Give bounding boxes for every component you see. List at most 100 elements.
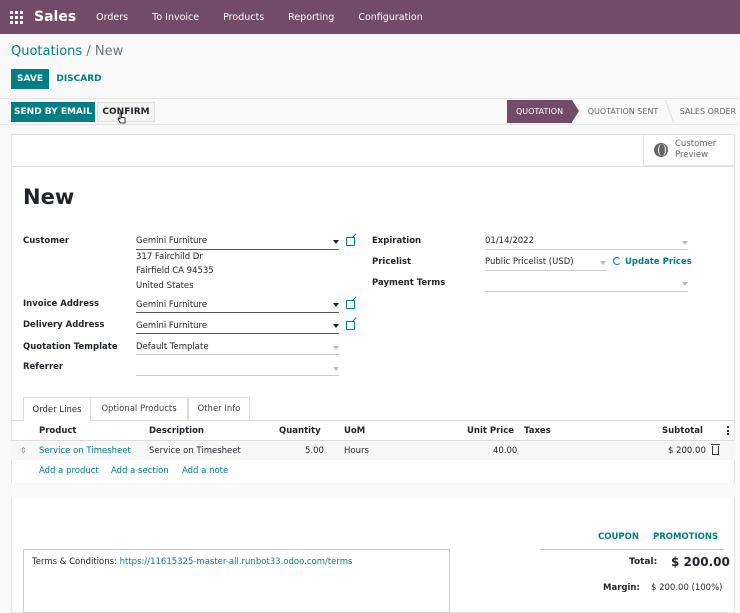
invoice-address-label: Invoice Address <box>23 299 100 309</box>
menu-reporting[interactable]: Reporting <box>288 12 334 23</box>
app-name[interactable]: Sales <box>34 9 76 25</box>
row-product[interactable]: Service on Timesheet <box>39 446 131 456</box>
payment-terms-dropdown-icon[interactable] <box>682 282 688 286</box>
expiration-label: Expiration <box>372 236 422 246</box>
stage-quotation-sent[interactable]: QUOTATION SENT <box>580 100 666 123</box>
update-prices-label: Update Prices <box>625 257 692 267</box>
address-line-3: United States <box>136 281 194 291</box>
table-footer <box>11 483 735 497</box>
send-by-email-button[interactable]: SEND BY EMAIL <box>11 102 95 122</box>
customer-field-underline <box>136 249 339 250</box>
apps-menu-icon[interactable] <box>10 10 24 24</box>
quotation-template-label: Quotation Template <box>23 342 118 352</box>
statusbar-bottom-border <box>0 124 740 125</box>
row-quantity[interactable]: 5.00 <box>305 446 324 456</box>
breadcrumb-quotations[interactable]: Quotations <box>11 44 82 59</box>
discard-button[interactable]: DISCARD <box>55 69 103 89</box>
delivery-address-field[interactable]: Gemini Furniture <box>136 321 207 331</box>
column-product[interactable]: Product <box>39 426 77 436</box>
customer-field[interactable]: Gemini Furniture <box>136 236 207 246</box>
row-subtotal: $ 200.00 <box>668 446 706 456</box>
delivery-address-underline <box>136 333 339 334</box>
delivery-address-external-link-icon[interactable] <box>346 321 355 330</box>
column-unit-price[interactable]: Unit Price <box>467 426 514 436</box>
referrer-dropdown-icon[interactable] <box>333 367 339 371</box>
customer-preview-button[interactable]: Customer Preview <box>643 134 735 166</box>
row-unit-price[interactable]: 40.00 <box>493 446 517 456</box>
address-line-2: Fairfield CA 94535 <box>136 266 214 276</box>
coupon-button[interactable]: COUPON <box>598 532 639 542</box>
top-navbar: Sales Orders To Invoice Products Reporti… <box>0 0 740 34</box>
globe-icon <box>654 142 668 157</box>
total-label: Total: <box>629 557 658 567</box>
menu-to-invoice[interactable]: To Invoice <box>152 12 199 23</box>
margin-value: $ 200.00 (100%) <box>651 583 723 593</box>
column-quantity[interactable]: Quantity <box>279 426 321 436</box>
menu-products[interactable]: Products <box>223 12 264 23</box>
stage-quotation[interactable]: QUOTATION <box>507 100 572 123</box>
customer-preview-line2: Preview <box>675 149 709 160</box>
delivery-address-dropdown-icon[interactable] <box>333 324 339 328</box>
customer-dropdown-icon[interactable] <box>333 240 339 244</box>
tab-optional-products[interactable]: Optional Products <box>91 397 188 420</box>
invoice-address-field[interactable]: Gemini Furniture <box>136 300 207 310</box>
stage-separator <box>664 100 675 123</box>
pricelist-label: Pricelist <box>372 257 412 267</box>
optional-columns-icon[interactable] <box>727 426 729 436</box>
add-note-link[interactable]: Add a note <box>182 466 228 476</box>
column-description[interactable]: Description <box>149 426 204 436</box>
pricelist-field[interactable]: Public Pricelist (USD) <box>485 257 574 267</box>
menu-configuration[interactable]: Configuration <box>358 12 422 23</box>
column-subtotal[interactable]: Subtotal <box>662 426 703 436</box>
statusbar-top-border <box>0 98 740 99</box>
quotation-template-field[interactable]: Default Template <box>136 342 209 352</box>
margin-label: Margin: <box>603 583 640 593</box>
pricelist-underline <box>485 270 607 271</box>
hand-cursor-icon <box>117 112 126 124</box>
drag-handle-icon[interactable]: ⇕ <box>20 446 27 455</box>
row-description[interactable]: Service on Timesheet <box>149 446 241 456</box>
breadcrumb-current: New <box>94 44 124 59</box>
referrer-label: Referrer <box>23 362 64 372</box>
sheet-button-box-border <box>11 166 735 167</box>
row-uom[interactable]: Hours <box>344 446 369 456</box>
expiration-field[interactable]: 01/14/2022 <box>485 236 534 246</box>
promotions-button[interactable]: PROMOTIONS <box>653 532 718 542</box>
expiration-dropdown-icon[interactable] <box>682 241 688 245</box>
tab-other-info[interactable]: Other Info <box>188 397 250 420</box>
confirm-button[interactable]: CONFIRM <box>97 102 155 122</box>
delivery-address-label: Delivery Address <box>23 320 105 330</box>
pricelist-dropdown-icon[interactable] <box>600 261 606 265</box>
update-prices-button[interactable]: Update Prices <box>613 257 692 267</box>
terms-and-conditions-field[interactable]: Terms & Conditions: https://11615325-mas… <box>23 549 450 613</box>
invoice-address-dropdown-icon[interactable] <box>333 303 339 307</box>
payment-terms-label: Payment Terms <box>372 278 446 288</box>
save-button[interactable]: SAVE <box>11 69 49 89</box>
terms-prefix: Terms & Conditions: <box>32 557 120 567</box>
menu-orders[interactable]: Orders <box>96 12 128 23</box>
totals-divider <box>540 549 724 550</box>
record-title: New <box>23 185 75 209</box>
total-value: $ 200.00 <box>671 555 730 569</box>
terms-link[interactable]: https://11615325-master-all.runbot33.odo… <box>120 557 353 567</box>
tabs-border <box>11 420 735 421</box>
payment-terms-underline <box>485 291 688 292</box>
customer-label: Customer <box>23 236 70 246</box>
add-section-link[interactable]: Add a section <box>111 466 169 476</box>
add-product-link[interactable]: Add a product <box>39 466 99 476</box>
stage-arrow <box>572 100 579 122</box>
refresh-icon <box>613 257 621 265</box>
invoice-address-external-link-icon[interactable] <box>346 300 355 309</box>
quotation-template-underline <box>136 354 339 355</box>
tab-order-lines[interactable]: Order Lines <box>23 397 91 421</box>
breadcrumb: Quotations / New <box>11 44 123 59</box>
invoice-address-underline <box>136 312 339 313</box>
stage-sales-order[interactable]: SALES ORDER <box>676 100 740 123</box>
quotation-template-dropdown-icon[interactable] <box>333 346 339 350</box>
referrer-underline <box>136 375 339 376</box>
column-uom[interactable]: UoM <box>344 426 365 436</box>
expiration-underline <box>485 249 688 250</box>
column-taxes[interactable]: Taxes <box>524 426 551 436</box>
customer-external-link-icon[interactable] <box>346 237 355 246</box>
trash-icon[interactable] <box>711 444 720 455</box>
